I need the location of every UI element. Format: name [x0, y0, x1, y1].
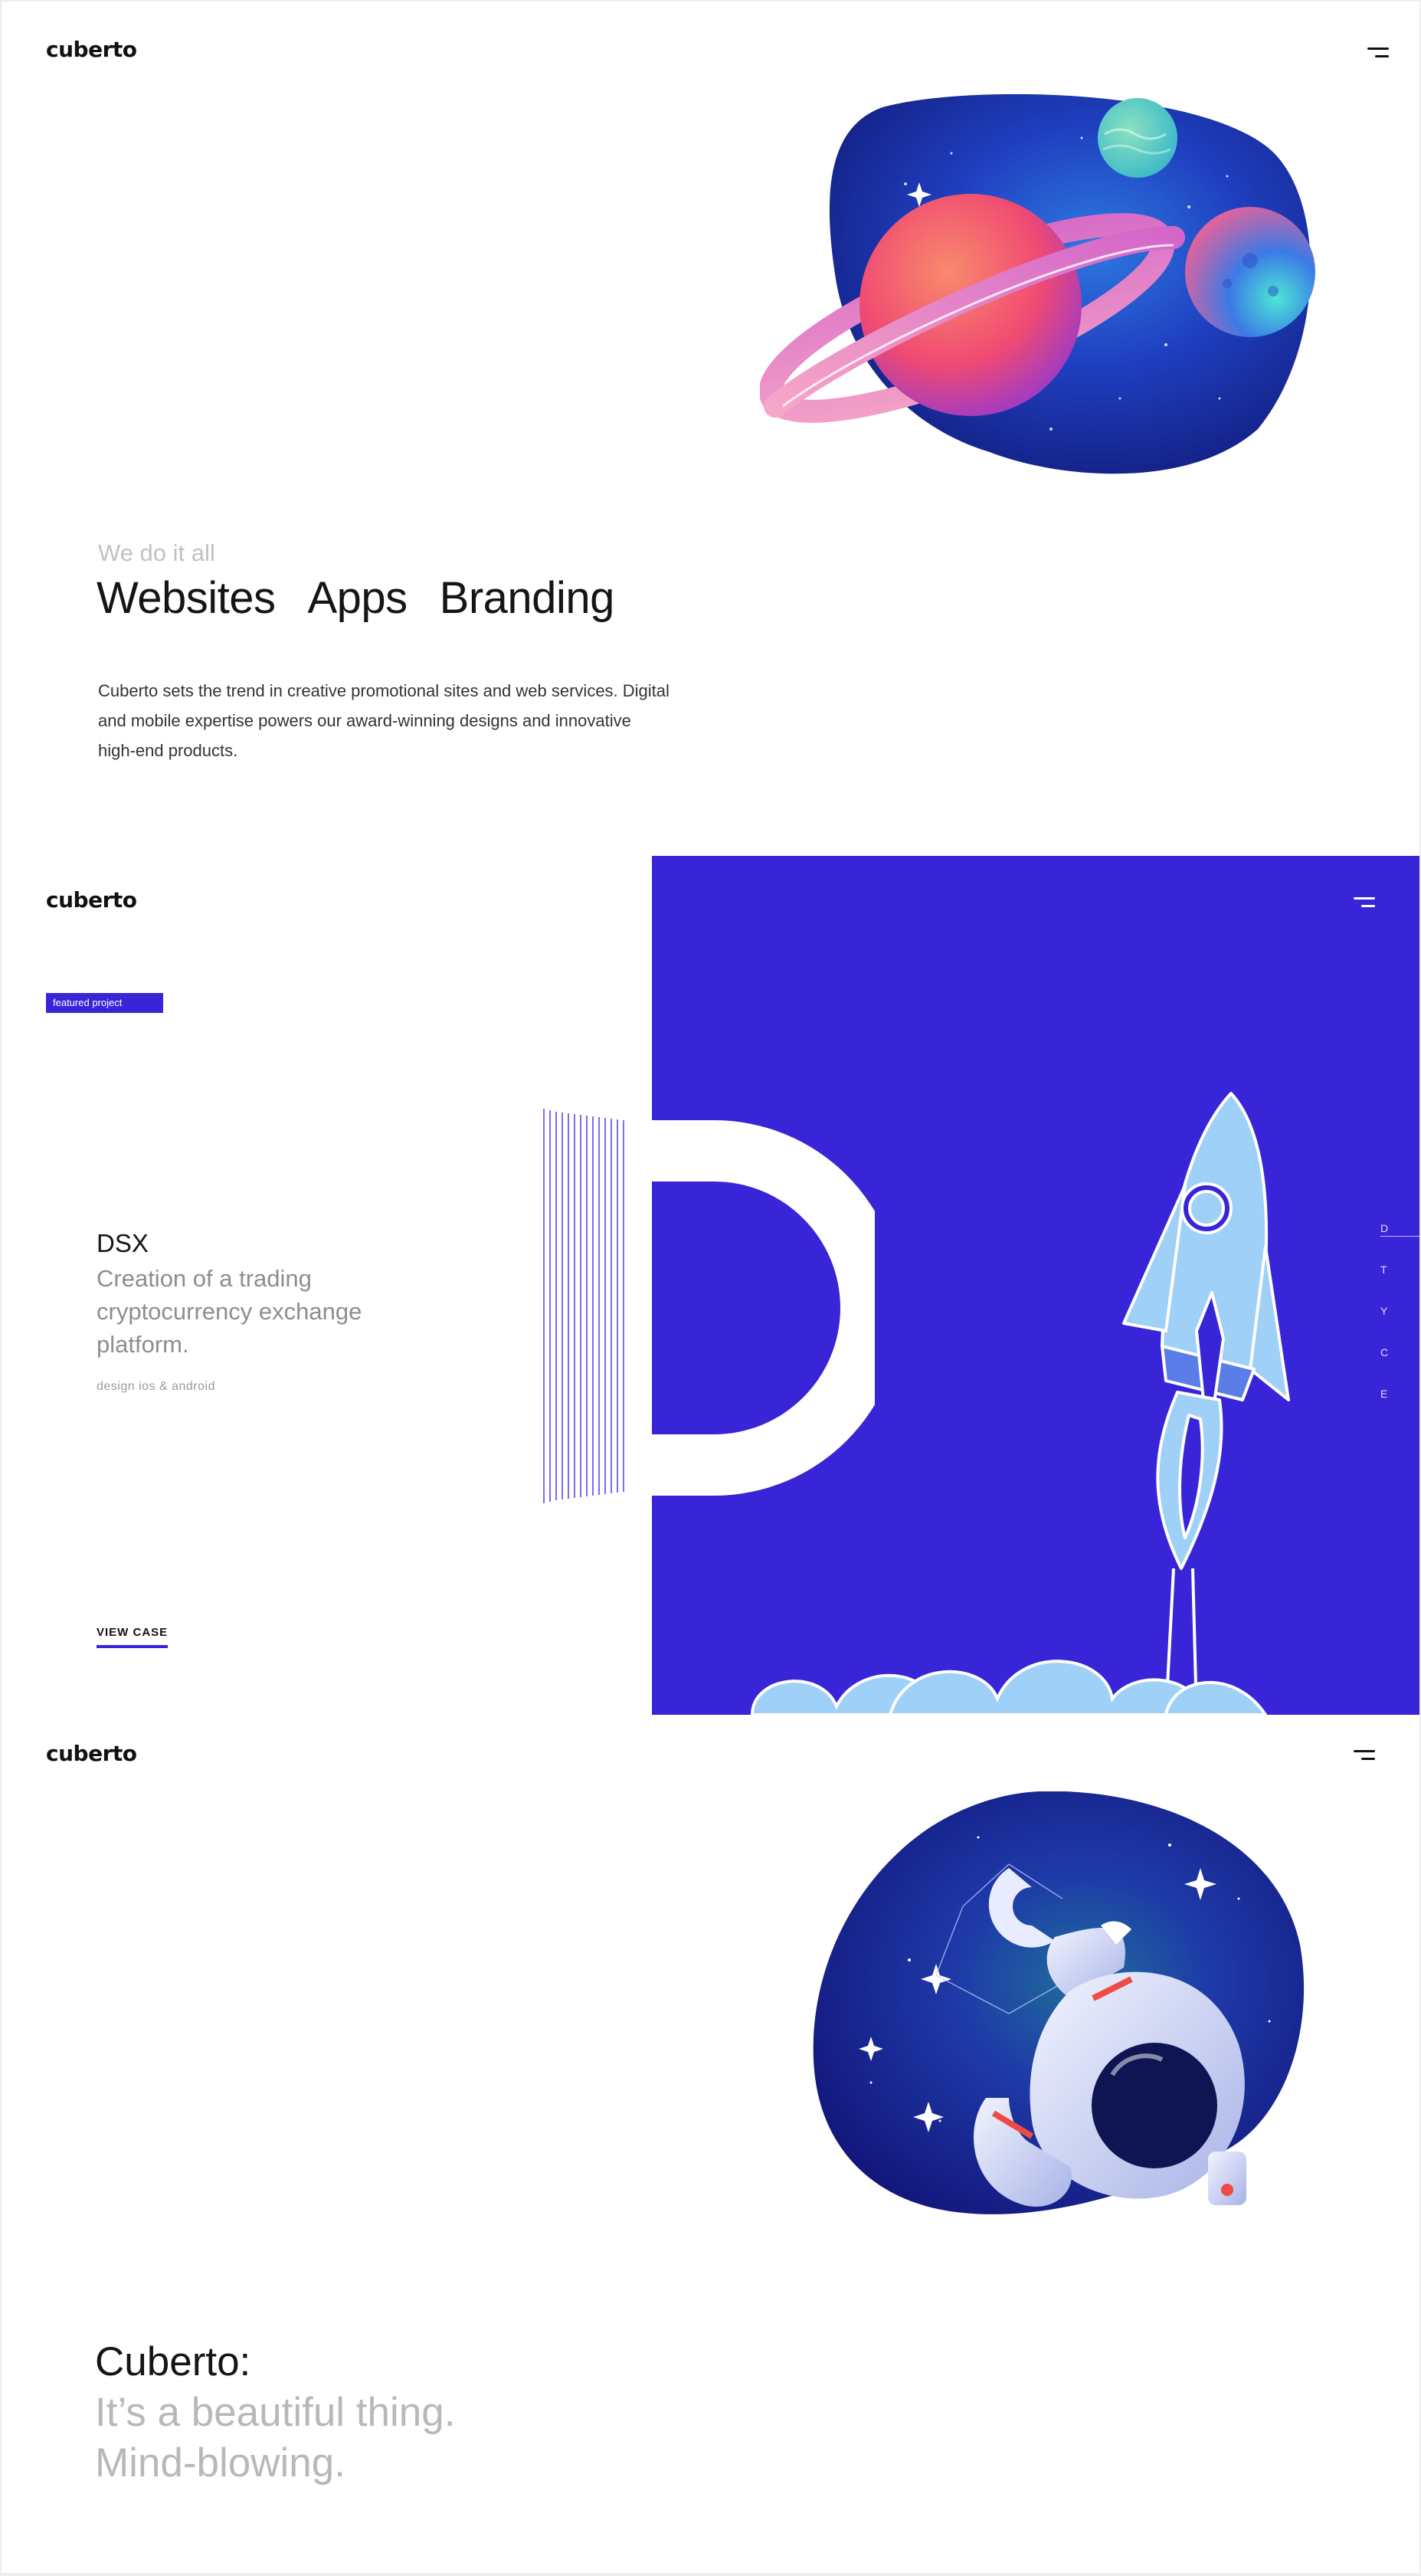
project-side-nav: D T Y C E [1380, 1222, 1419, 1429]
side-nav-letter[interactable]: C [1380, 1346, 1388, 1358]
project-subtitle: Creation of a trading cryptocurrency exc… [97, 1265, 362, 1358]
services-list: Websites Apps Branding [97, 572, 630, 624]
hero-eyebrow: We do it all [98, 539, 215, 566]
service-branding[interactable]: Branding [439, 572, 630, 624]
service-apps[interactable]: Apps [307, 572, 423, 624]
side-nav-letter[interactable]: D [1380, 1222, 1388, 1234]
hero-section: cuberto We do it all Websites Apps Brand… [2, 2, 1419, 856]
closing-statement: Cuberto: It’s a beautiful thing. Mind-bl… [95, 2337, 455, 2489]
closing-line-1: Cuberto: [95, 2339, 251, 2384]
menu-icon[interactable] [1344, 894, 1375, 911]
side-nav-indicator [1380, 1236, 1419, 1237]
logo[interactable]: cuberto [46, 1741, 137, 1766]
view-case-link[interactable]: VIEW CASE [97, 1626, 169, 1648]
planets-illustration [760, 93, 1315, 474]
project-title: DSX [97, 1229, 149, 1257]
side-nav-letter[interactable]: T [1380, 1263, 1387, 1276]
logo[interactable]: cuberto [46, 37, 137, 62]
closing-section: cuberto Cuberto: It’s a beautiful thing.… [2, 1715, 1419, 2573]
featured-badge: featured project [46, 993, 163, 1013]
featured-project-section: cuberto featured project DSX Creation of… [2, 856, 1419, 1715]
side-nav-letter[interactable]: E [1380, 1388, 1387, 1400]
service-websites[interactable]: Websites [97, 572, 291, 624]
rocket-illustration [750, 1092, 1290, 1715]
menu-icon[interactable] [1344, 1747, 1375, 1764]
astronaut-illustration [813, 1791, 1305, 2214]
side-nav-letter[interactable]: Y [1380, 1305, 1387, 1317]
closing-line-3: Mind-blowing. [95, 2440, 345, 2486]
closing-line-2: It’s a beautiful thing. [95, 2390, 456, 2435]
menu-icon[interactable] [1358, 44, 1389, 61]
hero-description: Cuberto sets the trend in creative promo… [98, 681, 670, 760]
project-tags: design ios & android [97, 1380, 215, 1393]
logo[interactable]: cuberto [46, 887, 137, 913]
